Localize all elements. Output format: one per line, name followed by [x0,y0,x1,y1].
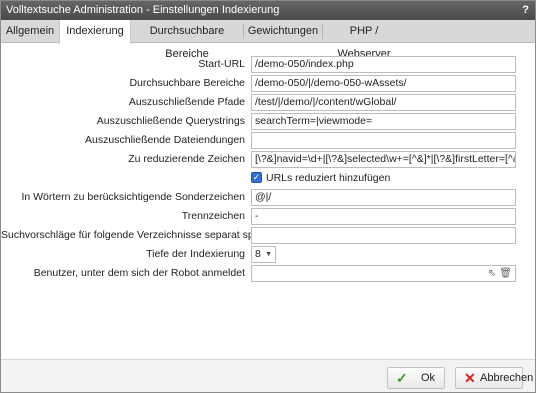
indexing-form: Start-URL /demo-050/index.php Durchsuchb… [1,44,535,351]
separators-row: Trennzeichen - [1,208,535,225]
depth-label: Tiefe der Indexierung [146,248,245,260]
tab-allgemein[interactable]: Allgemein [1,20,59,43]
close-icon: ✕ [464,370,476,386]
robot-user-row: Benutzer, unter dem sich der Robot anmel… [1,265,535,282]
reduce-chars-label: Zu reduzierende Zeichen [128,153,245,165]
separators-input[interactable]: - [251,208,516,225]
settings-window: Volltextsuche Administration - Einstellu… [0,0,536,393]
start-url-label: Start-URL [198,58,245,70]
start-url-row: Start-URL /demo-050/index.php [1,56,535,73]
start-url-input[interactable]: /demo-050/index.php [251,56,516,73]
tab-durchsuchbare-bereiche[interactable]: Durchsuchbare Bereiche [131,20,243,60]
special-chars-label: In Wörtern zu berücksichtigende Sonderze… [21,191,245,203]
suggest-dirs-row: Suchvorschläge für folgende Verzeichniss… [1,227,535,244]
robot-user-input[interactable]: ⇖ 🗑 [251,265,516,282]
reduce-chars-input[interactable]: [\?&]navid=\d+|[\?&]selected\w+=[^&]*|[\… [251,151,516,168]
excluded-querystrings-label: Auszuschließende Querystrings [96,115,245,127]
excluded-querystrings-input[interactable]: searchTerm=|viewmode= [251,113,516,130]
title-bar: Volltextsuche Administration - Einstellu… [1,1,535,20]
tab-bar: Allgemein Indexierung Durchsuchbare Bere… [1,20,535,60]
cancel-label: Abbrechen [480,372,534,384]
excluded-querystrings-row: Auszuschließende Querystrings searchTerm… [1,113,535,130]
separators-label: Trennzeichen [181,210,245,222]
excluded-paths-row: Auszuschließende Pfade /test/|/demo/|/co… [1,94,535,111]
depth-value: 8 [255,248,261,260]
reduce-chars-row: Zu reduzierende Zeichen [\?&]navid=\d+|[… [1,151,535,168]
tab-indexierung[interactable]: Indexierung [59,20,131,44]
depth-select[interactable]: 8 ▼ [251,246,276,263]
searchable-areas-row: Durchsuchbare Bereiche /demo-050/|/demo-… [1,75,535,92]
excluded-extensions-row: Auszuschließende Dateiendungen [1,132,535,149]
tab-php-webserver[interactable]: PHP / Webserver [323,20,405,60]
excluded-paths-input[interactable]: /test/|/demo/|/content/wGlobal/ [251,94,516,111]
depth-row: Tiefe der Indexierung 8 ▼ [1,246,535,263]
cursor-arrow-icon[interactable]: ⇖ [488,268,496,279]
robot-user-label: Benutzer, unter dem sich der Robot anmel… [33,267,245,279]
excluded-extensions-label: Auszuschließende Dateiendungen [85,134,245,146]
special-chars-row: In Wörtern zu berücksichtigende Sonderze… [1,189,535,206]
add-reduced-urls-checkbox[interactable]: ✓ [251,172,262,183]
trash-icon[interactable]: 🗑 [499,268,512,279]
ok-label: Ok [421,372,436,384]
dialog-footer: ✓ Ok ✕ Abbrechen [1,359,535,392]
add-reduced-urls-label: URLs reduziert hinzufügen [266,172,391,184]
searchable-areas-label: Durchsuchbare Bereiche [129,77,245,89]
robot-user-actions: ⇖ 🗑 [485,266,512,281]
excluded-extensions-input[interactable] [251,132,516,149]
suggest-dirs-input[interactable] [251,227,516,244]
chevron-down-icon: ▼ [265,251,272,258]
checkmark-icon: ✓ [396,370,408,386]
ok-button[interactable]: ✓ Ok [387,367,445,389]
cancel-button[interactable]: ✕ Abbrechen [455,367,533,389]
searchable-areas-input[interactable]: /demo-050/|/demo-050-wAssets/ [251,75,516,92]
suggest-dirs-label: Suchvorschläge für folgende Verzeichniss… [1,229,289,241]
excluded-paths-label: Auszuschließende Pfade [128,96,245,108]
help-icon[interactable]: ? [522,1,529,20]
tab-gewichtungen[interactable]: Gewichtungen [244,20,322,43]
window-title: Volltextsuche Administration - Einstellu… [6,4,280,16]
special-chars-input[interactable]: @|/ [251,189,516,206]
